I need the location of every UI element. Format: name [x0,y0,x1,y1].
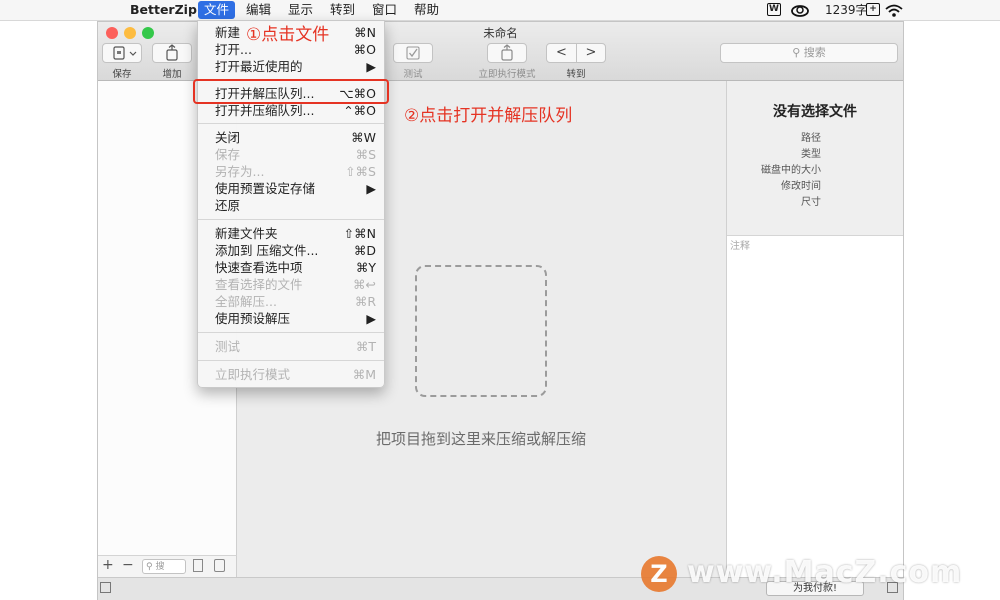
input-method-icon[interactable]: + [866,3,880,16]
drop-zone[interactable] [415,265,547,397]
wps-tray-icon[interactable]: W [767,3,781,16]
test-label: 测试 [403,69,423,80]
info-dimensions-label: 尺寸 [801,197,821,208]
menu-item-view-selected: 查看选择的文件 ⌘↩ [215,277,376,292]
menu-item-new-folder[interactable]: 新建文件夹 ⇧⌘N [198,225,384,242]
checkmark-icon [406,46,420,60]
menu-item-save-with-preset[interactable]: 使用预置设定存储 ▶ [198,180,384,197]
highlight-box [193,79,389,104]
sidebar-footer: + − ⚲ 搜 [98,555,237,577]
run-archive-icon [501,44,513,61]
add-archive-icon [166,44,178,61]
word-count-status[interactable]: 1239字 [825,0,868,20]
menu-view[interactable]: 显示 [282,0,319,20]
sidebar-search-input[interactable]: ⚲ 搜 [142,559,186,574]
menu-separator [198,360,384,361]
wifi-icon[interactable] [885,0,903,20]
info-path-label: 路径 [801,133,821,144]
file-menu-dropdown: 新建 ⌘N 打开... ⌘O 打开最近使用的 ▶ 打开并解压队列... ⌥⌘O 打开并压… [197,20,385,388]
save-button[interactable] [102,43,142,63]
menu-item-revert[interactable]: 还原 [198,197,384,214]
menu-item-add-to-archive[interactable]: 添加到 压缩文件... ⌘D [198,242,384,259]
menu-help[interactable]: 帮助 [408,0,445,20]
info-size-label: 磁盘中的大小 [761,165,821,176]
file-info-section: 没有选择文件 路径 类型 磁盘中的大小 修改时间 尺寸 [727,81,903,236]
menu-separator [198,123,384,124]
sidebar-search-placeholder: 搜 [155,562,165,572]
forward-button[interactable]: > [577,44,605,62]
run-now-button[interactable] [487,43,527,63]
menu-separator [198,332,384,333]
back-button[interactable]: < [547,44,577,62]
add-button[interactable] [152,43,192,63]
menu-item-extract-with-preset[interactable]: 使用预设解压 ▶ [198,310,384,327]
hierarchy-icon[interactable] [193,559,203,572]
search-field[interactable]: ⚲ 搜索 [720,43,898,63]
watermark: Z www.MacZ.com [641,554,995,594]
menu-go[interactable]: 转到 [324,0,361,20]
creative-cloud-icon[interactable] [790,0,810,20]
macz-logo-icon: Z [641,556,677,592]
search-icon: ⚲ [792,46,801,59]
preview-toggle-icon[interactable] [214,559,225,572]
sidebar-add-button[interactable]: + [102,557,114,573]
sidebar-remove-button[interactable]: − [122,557,134,573]
run-now-label: 立即执行模式 [478,69,536,80]
search-placeholder: 搜索 [803,46,826,59]
menu-file[interactable]: 文件 [198,1,236,19]
menu-edit[interactable]: 编辑 [240,0,277,20]
menu-item-save: 保存 ⌘S [215,147,376,162]
apple-menu-icon[interactable] [96,0,108,20]
navigation-segment: < > [546,43,606,63]
menu-item-run-now-mode: 立即执行模式 ⌘M [215,367,376,382]
menu-item-close[interactable]: 关闭 ⌘W [198,129,384,146]
step-2-annotation: ②点击打开并解压队列 [404,106,573,126]
menu-bar: BetterZip 文件 编辑 显示 转到 窗口 帮助 W 1239字 + [0,0,1000,21]
goto-label: 转到 [566,69,586,80]
menu-item-test: 测试 ⌘T [215,339,376,354]
archive-icon [113,46,137,60]
menu-item-extract-all: 全部解压... ⌘R [215,294,376,309]
info-panel: 没有选择文件 路径 类型 磁盘中的大小 修改时间 尺寸 注释 [726,81,903,577]
notes-field[interactable]: 注释 [730,237,750,252]
menu-item-open-recent[interactable]: 打开最近使用的 ▶ [198,58,384,75]
watermark-text: www.MacZ.com [687,555,963,590]
save-label: 保存 [112,69,132,80]
add-label: 增加 [162,69,182,80]
menu-window[interactable]: 窗口 [366,0,403,20]
app-menu[interactable]: BetterZip [124,0,203,20]
search-icon: ⚲ [146,562,153,572]
info-type-label: 类型 [801,149,821,160]
menu-separator [198,219,384,220]
test-button[interactable] [393,43,433,63]
drop-hint: 把项目拖到这里来压缩或解压缩 [375,430,586,448]
no-selection-title: 没有选择文件 [773,104,857,120]
menu-item-save-as: 另存为... ⇧⌘S [215,164,376,179]
menu-item-open-compress-queue[interactable]: 打开并压缩队列... ⌃⌘O [198,102,384,119]
step-1-annotation: ①点击文件 [246,25,330,45]
menu-item-quick-look[interactable]: 快速查看选中项 ⌘Y [198,259,384,276]
info-modified-label: 修改时间 [781,181,821,192]
sidebar-toggle-icon[interactable] [100,582,111,593]
